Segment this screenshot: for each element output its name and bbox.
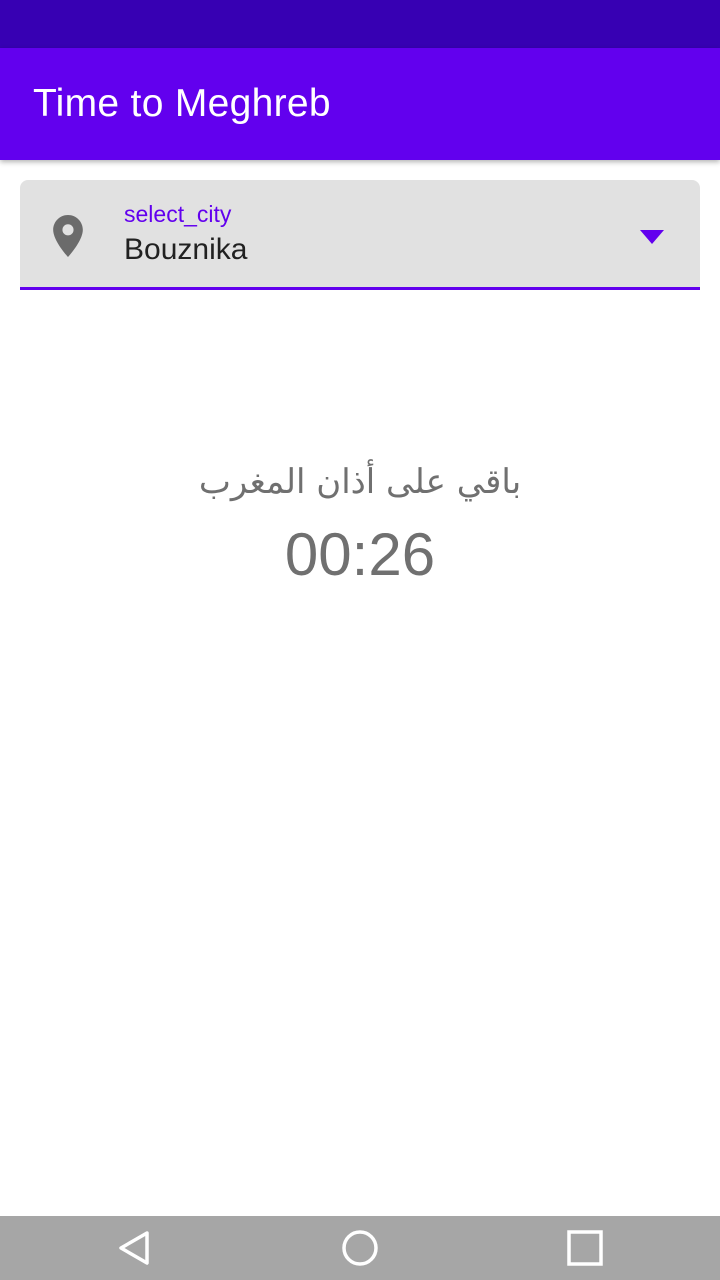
countdown-label: باقي على أذان المغرب [198, 462, 522, 502]
app-bar: Time to Meghreb [0, 48, 720, 160]
countdown-timer: 00:26 [284, 521, 436, 588]
app-title: Time to Meghreb [33, 82, 331, 125]
city-dropdown-label: select_city [124, 201, 232, 227]
dropdown-arrow-icon [640, 230, 664, 244]
location-pin-icon [53, 215, 83, 257]
city-dropdown-value: Bouznika [124, 233, 248, 266]
home-icon[interactable] [340, 1228, 380, 1268]
recents-icon[interactable] [565, 1228, 605, 1268]
back-icon[interactable] [115, 1228, 155, 1268]
city-dropdown[interactable]: select_city Bouznika [20, 180, 700, 290]
status-bar [0, 0, 720, 48]
navigation-bar [0, 1216, 720, 1280]
